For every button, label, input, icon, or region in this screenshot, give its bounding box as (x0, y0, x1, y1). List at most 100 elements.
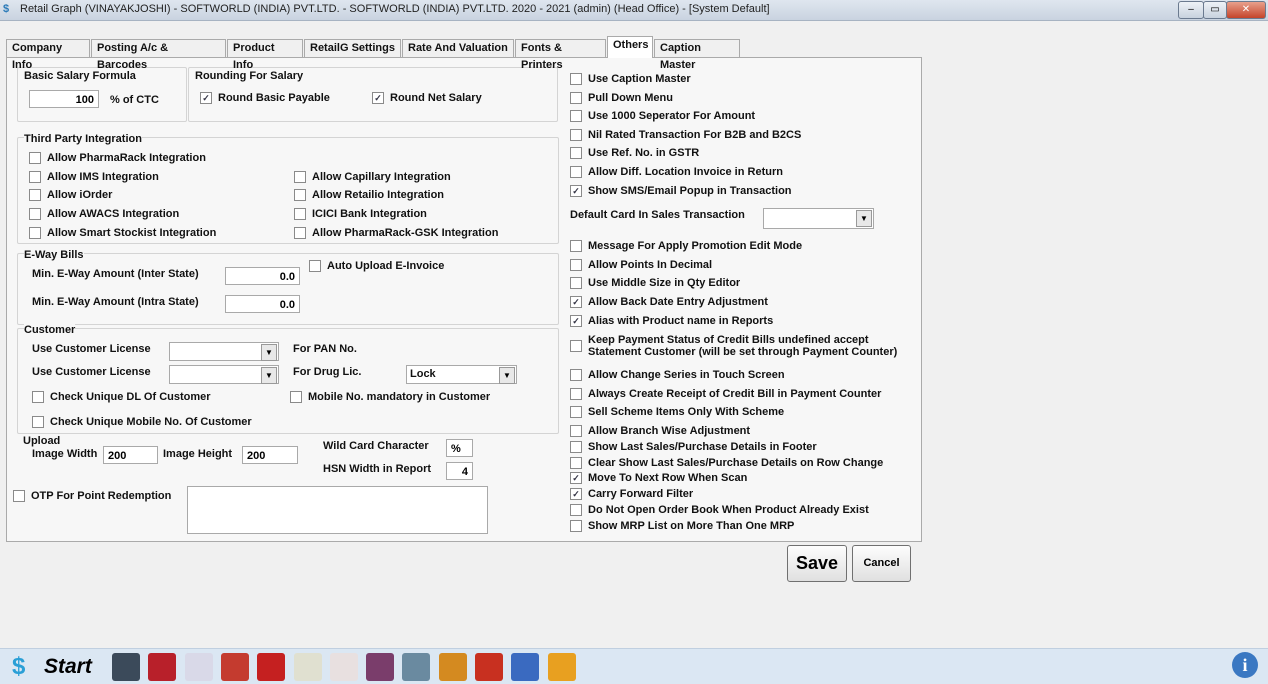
pe-clipboard-icon[interactable] (329, 653, 358, 681)
checkbox-icon (29, 227, 41, 240)
close-button[interactable]: ✕ (1226, 1, 1266, 19)
start-logo-icon: $ (12, 653, 26, 680)
allow-pharmarack-integration-checkbox[interactable]: Allow PharmaRack Integration (29, 152, 206, 165)
icici-bank-integration-checkbox[interactable]: ICICI Bank Integration (294, 208, 427, 221)
checkbox-icon (309, 260, 321, 273)
day-book-icon[interactable] (220, 653, 249, 681)
use-ref-no-in-gstr-checkbox[interactable]: Use Ref. No. in GSTR (570, 147, 699, 160)
round-basic-checkbox[interactable]: ✓ Round Basic Payable (200, 92, 330, 105)
do-not-open-order-book-when-product-already-exist-checkbox[interactable]: Do Not Open Order Book When Product Alre… (570, 504, 869, 517)
default-card-select[interactable]: ▼ (763, 208, 874, 229)
checkbox-icon (29, 171, 41, 184)
tab-caption-master[interactable]: Caption Master (654, 39, 740, 71)
settings-icon[interactable] (547, 653, 576, 681)
allow-back-date-entry-adjustment-checkbox[interactable]: ✓ Allow Back Date Entry Adjustment (570, 296, 768, 309)
sale-book-icon[interactable] (112, 653, 140, 681)
allow-iorder-checkbox[interactable]: Allow iOrder (29, 189, 112, 202)
wildcard-input[interactable]: % (446, 439, 473, 457)
always-create-receipt-of-credit-bill-in-payment-counter-checkbox[interactable]: Always Create Receipt of Credit Bill in … (570, 388, 881, 401)
checkbox-icon: ✓ (570, 184, 582, 197)
round-net-checkbox[interactable]: ✓ Round Net Salary (372, 92, 482, 105)
allow-ims-integration-checkbox[interactable]: Allow IMS Integration (29, 171, 159, 184)
move-to-next-row-when-scan-checkbox[interactable]: ✓ Move To Next Row When Scan (570, 472, 747, 485)
otp-point-redemption-checkbox[interactable]: OTP For Point Redemption (13, 490, 171, 503)
clear-show-last-sales-purchase-details-on-row-change-checkbox[interactable]: Clear Show Last Sales/Purchase Details o… (570, 457, 883, 470)
checkbox-icon: ✓ (570, 472, 582, 485)
image-height-input[interactable]: 200 (242, 446, 298, 464)
maximize-button[interactable]: ▭ (1203, 1, 1227, 19)
tab-fonts-printers[interactable]: Fonts & Printers (515, 39, 606, 71)
checkbox-icon (570, 441, 582, 454)
checkbox-icon (294, 171, 306, 184)
allow-awacs-integration-checkbox[interactable]: Allow AWACS Integration (29, 208, 179, 221)
intra-state-input[interactable]: 0.0 (225, 295, 300, 313)
nil-rated-transaction-for-b2b-and-b2cs-checkbox[interactable]: Nil Rated Transaction For B2B and B2CS (570, 129, 801, 141)
chevron-down-icon: ▼ (856, 210, 872, 227)
show-sms-email-popup-in-transaction-checkbox[interactable]: ✓ Show SMS/Email Popup in Transaction (570, 185, 792, 197)
checkbox-icon (32, 416, 44, 429)
start-button[interactable]: Start (44, 655, 92, 679)
alias-with-product-name-in-reports-checkbox[interactable]: ✓ Alias with Product name in Reports (570, 315, 773, 327)
hsn-width-input[interactable]: 4 (446, 462, 473, 480)
app-icon: $ (3, 3, 10, 15)
allow-retailio-integration-checkbox[interactable]: Allow Retailio Integration (294, 189, 444, 202)
drug-lic-label: For Drug Lic. (293, 366, 362, 378)
mobile-mandatory-checkbox[interactable]: Mobile No. mandatory in Customer (290, 391, 490, 404)
tab-retailg-settings[interactable]: RetailG Settings (304, 39, 401, 58)
use-caption-master-checkbox[interactable]: Use Caption Master (570, 73, 691, 86)
taskbar: $ Start i (0, 648, 1268, 684)
message-for-apply-promotion-edit-mode-checkbox[interactable]: Message For Apply Promotion Edit Mode (570, 240, 802, 253)
checkbox-icon (570, 166, 582, 179)
allow-diff-location-invoice-in-return-checkbox[interactable]: Allow Diff. Location Invoice in Return (570, 166, 783, 179)
allow-points-in-decimal-checkbox[interactable]: Allow Points In Decimal (570, 259, 712, 271)
pull-down-menu-checkbox[interactable]: Pull Down Menu (570, 92, 673, 104)
printer-icon[interactable] (511, 653, 540, 681)
license-pan-select[interactable]: ▼ (169, 342, 279, 361)
allow-capillary-integration-checkbox[interactable]: Allow Capillary Integration (294, 171, 451, 184)
tab-others[interactable]: Others (607, 36, 653, 58)
show-mrp-list-on-more-than-one-mrp-checkbox[interactable]: Show MRP List on More Than One MRP (570, 520, 794, 533)
license-pan-label: Use Customer License (32, 343, 151, 355)
p-report-icon[interactable] (257, 653, 286, 681)
keep-payment-status-checkbox[interactable]: Keep Payment Status of Credit Bills unde… (570, 334, 897, 358)
cash-icon[interactable] (366, 653, 395, 681)
license-drug-select[interactable]: ▼ (169, 365, 279, 384)
save-button[interactable]: Save (787, 545, 847, 582)
minimize-button[interactable]: – (1178, 1, 1204, 19)
allow-change-series-in-touch-screen-checkbox[interactable]: Allow Change Series in Touch Screen (570, 369, 785, 382)
cancel-button[interactable]: Cancel (852, 545, 911, 582)
shapes-icon[interactable] (475, 653, 503, 681)
auto-upload-einvoice-checkbox[interactable]: Auto Upload E-Invoice (309, 260, 444, 273)
re-clipboard-icon[interactable] (293, 653, 322, 681)
use-middle-size-in-qty-editor-checkbox[interactable]: Use Middle Size in Qty Editor (570, 277, 740, 290)
title-bar: $ Retail Graph (VINAYAKJOSHI) - SOFTWORL… (0, 0, 1268, 21)
tab-rate-and-valuation[interactable]: Rate And Valuation (402, 39, 514, 58)
checkbox-icon (570, 520, 582, 533)
unique-dl-checkbox[interactable]: Check Unique DL Of Customer (32, 391, 211, 404)
info-icon[interactable]: i (1232, 652, 1258, 678)
tab-company-info[interactable]: Company Info (6, 39, 90, 71)
unique-mobile-checkbox[interactable]: Check Unique Mobile No. Of Customer (32, 416, 252, 429)
use-1000-seperator-for-amount-checkbox[interactable]: Use 1000 Seperator For Amount (570, 110, 755, 123)
sell-scheme-items-only-with-scheme-checkbox[interactable]: Sell Scheme Items Only With Scheme (570, 406, 784, 419)
tab-product-info[interactable]: Product Info (227, 39, 303, 71)
show-last-sales-purchase-details-in-footer-checkbox[interactable]: Show Last Sales/Purchase Details in Foot… (570, 441, 817, 454)
checkbox-icon: ✓ (570, 296, 582, 309)
checkbox-icon (570, 369, 582, 382)
purchase-book-icon[interactable] (148, 653, 177, 681)
tab-posting-a-c-barcodes[interactable]: Posting A/c & Barcodes (91, 39, 226, 71)
money-bag-icon[interactable] (438, 653, 467, 681)
checkbox-icon: ✓ (570, 314, 582, 327)
product-icon[interactable] (184, 653, 213, 681)
allow-pharmarack-gsk-integration-checkbox[interactable]: Allow PharmaRack-GSK Integration (294, 227, 498, 240)
basic-salary-input[interactable]: 100 (29, 90, 99, 108)
inter-state-input[interactable]: 0.0 (225, 267, 300, 285)
chevron-down-icon: ▼ (261, 367, 277, 384)
image-width-input[interactable]: 200 (103, 446, 158, 464)
otp-textarea[interactable] (187, 486, 488, 534)
drug-lic-select[interactable]: Lock ▼ (406, 365, 517, 384)
allow-smart-stockist-integration-checkbox[interactable]: Allow Smart Stockist Integration (29, 227, 216, 240)
transfer-icon[interactable] (402, 653, 431, 681)
allow-branch-wise-adjustment-checkbox[interactable]: Allow Branch Wise Adjustment (570, 425, 750, 438)
carry-forward-filter-checkbox[interactable]: ✓ Carry Forward Filter (570, 488, 693, 501)
